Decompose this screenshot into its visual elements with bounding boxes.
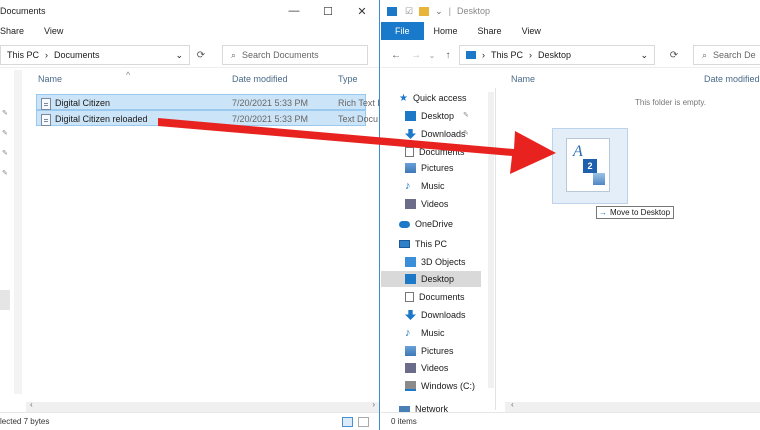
red-arrow-icon <box>158 118 556 174</box>
drag-direction-arrow <box>158 118 556 174</box>
